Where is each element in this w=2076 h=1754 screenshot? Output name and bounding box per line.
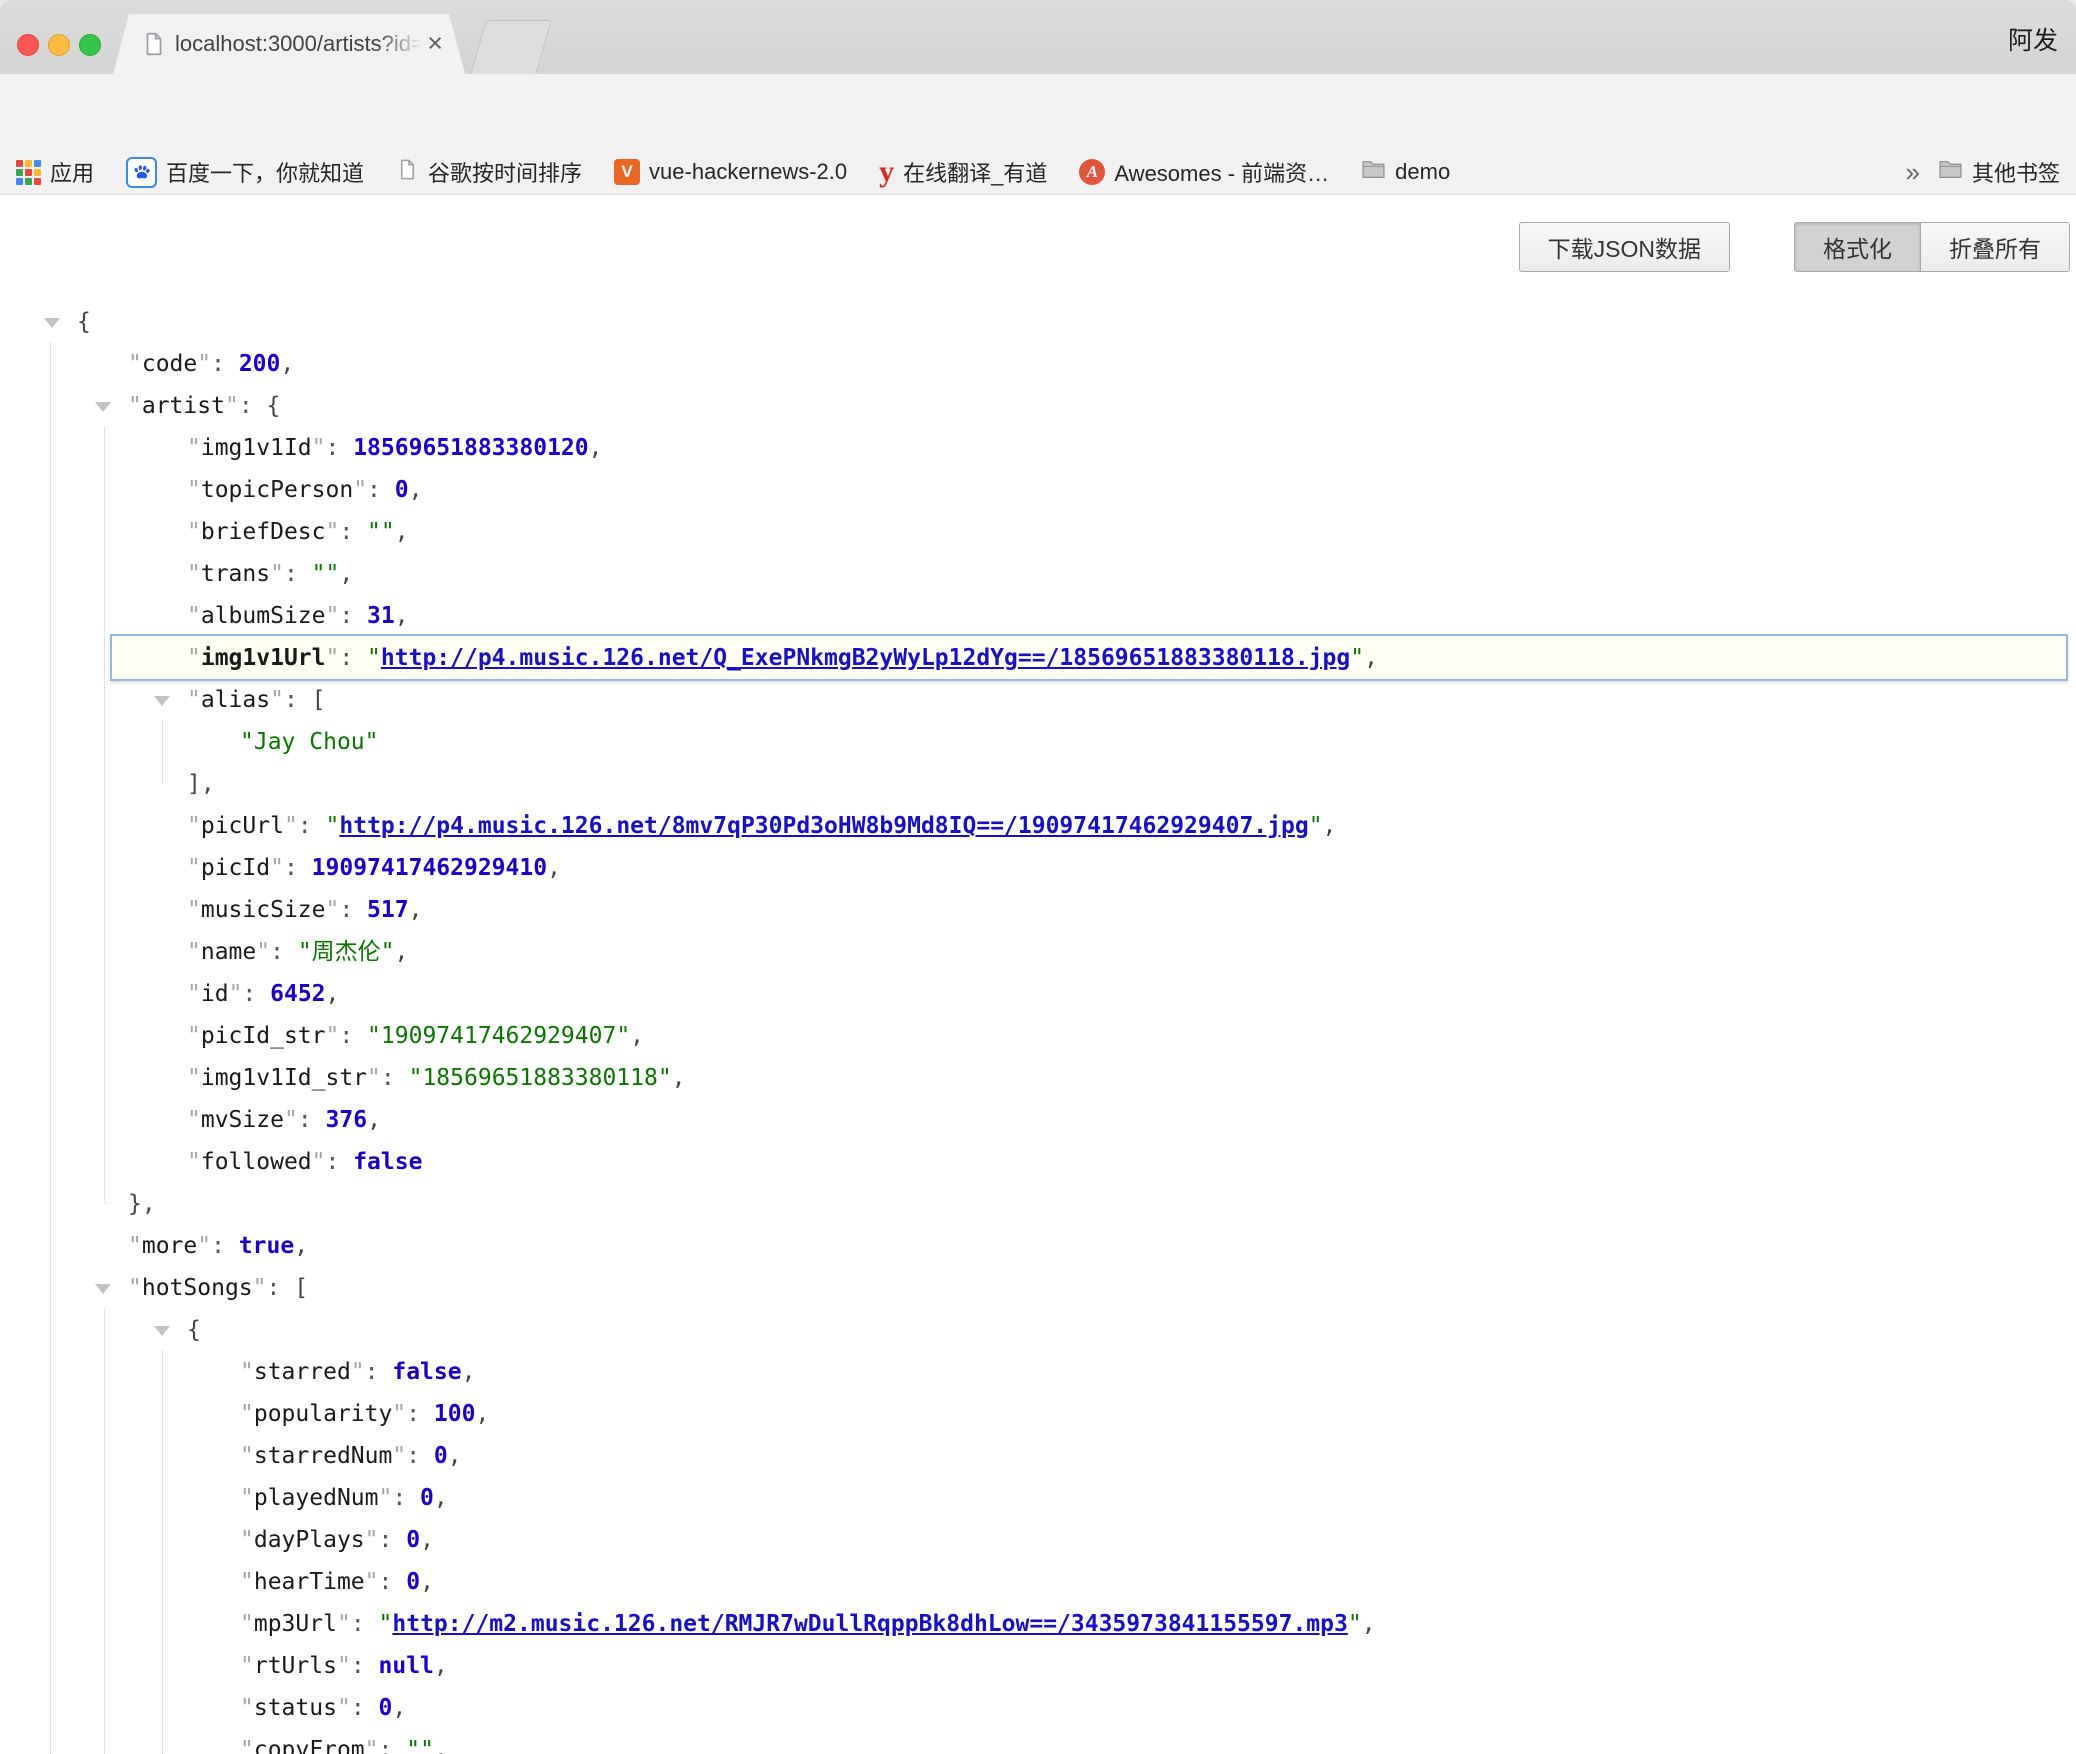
window-close-button[interactable]: [17, 34, 39, 56]
json-row: "trans": "",: [0, 553, 2076, 595]
collapse-toggle-icon[interactable]: [95, 1284, 111, 1294]
bookmarks-bar: 应用 百度一下，你就知道 谷歌按时间排序 V vue-hackernews-2.…: [0, 150, 2076, 195]
indent-guide: [50, 343, 51, 1754]
baidu-paw-icon: [126, 157, 157, 188]
json-row: ],: [0, 763, 2076, 805]
traffic-lights: [17, 34, 101, 56]
json-row: },: [0, 1183, 2076, 1225]
collapse-toggle-icon[interactable]: [95, 402, 111, 412]
json-row: "code": 200,: [0, 343, 2076, 385]
json-row: "playedNum": 0,: [0, 1477, 2076, 1519]
json-row: "briefDesc": "",: [0, 511, 2076, 553]
bookmark-label: demo: [1395, 159, 1450, 185]
folder-icon: [1361, 157, 1386, 188]
bookmark-label: 在线翻译_有道: [903, 156, 1047, 188]
indent-guide: [162, 721, 163, 784]
vue-orange-icon: V: [614, 159, 640, 185]
page-favicon-icon: [141, 31, 167, 57]
json-row: "img1v1Id_str": "18569651883380118",: [0, 1057, 2076, 1099]
tab-bar: localhost:3000/artists?id=645 × 阿发: [0, 0, 2076, 74]
download-json-button[interactable]: 下载JSON数据: [1519, 222, 1730, 272]
json-link[interactable]: http://m2.music.126.net/RMJR7wDullRqppBk…: [392, 1611, 1347, 1637]
bookmark-label: vue-hackernews-2.0: [649, 159, 847, 185]
json-row: "musicSize": 517,: [0, 889, 2076, 931]
json-row: "alias": [: [0, 679, 2076, 721]
json-row: "img1v1Id": 18569651883380120,: [0, 427, 2076, 469]
bookmark-folder-demo[interactable]: demo: [1361, 157, 1450, 188]
json-row: "more": true,: [0, 1225, 2076, 1267]
json-row: "rtUrls": null,: [0, 1645, 2076, 1687]
bookmark-vue-hackernews[interactable]: V vue-hackernews-2.0: [614, 159, 847, 185]
bookmark-label: 百度一下，你就知道: [166, 156, 364, 188]
json-row: "Jay Chou": [0, 721, 2076, 763]
json-row: "hearTime": 0,: [0, 1561, 2076, 1603]
folder-icon: [1938, 157, 1963, 188]
toolbar: localhost:3000/artists?id=6452 英en FE T: [0, 74, 2076, 150]
page-icon: [396, 158, 419, 187]
json-row: "topicPerson": 0,: [0, 469, 2076, 511]
json-row: "img1v1Url": "http://p4.music.126.net/Q_…: [0, 637, 2076, 679]
bookmark-label: Awesomes - 前端资…: [1114, 156, 1329, 188]
youdao-icon: y: [879, 159, 894, 185]
json-row: "dayPlays": 0,: [0, 1519, 2076, 1561]
json-row: "followed": false: [0, 1141, 2076, 1183]
bookmark-label: 其他书签: [1972, 156, 2060, 188]
json-row: "name": "周杰伦",: [0, 931, 2076, 973]
new-tab-button[interactable]: [470, 20, 552, 75]
bookmark-awesomes[interactable]: A Awesomes - 前端资…: [1079, 156, 1329, 188]
json-row: "status": 0,: [0, 1687, 2076, 1729]
json-link[interactable]: http://p4.music.126.net/Q_ExePNkmgB2yWyL…: [381, 645, 1350, 671]
apps-grid-icon: [16, 160, 41, 185]
json-row: "albumSize": 31,: [0, 595, 2076, 637]
apps-label: 应用: [50, 156, 94, 188]
browser-tab[interactable]: localhost:3000/artists?id=645 ×: [113, 14, 465, 74]
format-segmented-control: 格式化 折叠所有: [1794, 222, 2070, 272]
bookmarks-overflow-icon[interactable]: »: [1906, 157, 1920, 188]
page-content: 下载JSON数据 格式化 折叠所有 {"code": 200,"artist":…: [0, 195, 2076, 1754]
json-row: "picUrl": "http://p4.music.126.net/8mv7q…: [0, 805, 2076, 847]
collapse-toggle-icon[interactable]: [154, 1326, 170, 1336]
json-tree: {"code": 200,"artist": {"img1v1Id": 1856…: [0, 301, 2076, 1754]
json-row: "mvSize": 376,: [0, 1099, 2076, 1141]
indent-guide: [162, 1351, 163, 1754]
json-row: {: [0, 1309, 2076, 1351]
window-minimize-button[interactable]: [48, 34, 70, 56]
json-row: "artist": {: [0, 385, 2076, 427]
apps-button[interactable]: 应用: [16, 156, 94, 188]
json-row: "hotSongs": [: [0, 1267, 2076, 1309]
json-link[interactable]: http://p4.music.126.net/8mv7qP30Pd3oHW8b…: [339, 813, 1308, 839]
collapse-toggle-icon[interactable]: [44, 318, 60, 328]
json-row: "picId": 19097417462929410,: [0, 847, 2076, 889]
bookmark-other-folder[interactable]: 其他书签: [1938, 156, 2060, 188]
json-row: "starred": false,: [0, 1351, 2076, 1393]
indent-guide: [104, 1309, 105, 1754]
json-row: "id": 6452,: [0, 973, 2076, 1015]
json-row: "starredNum": 0,: [0, 1435, 2076, 1477]
json-row: "copyFrom": "",: [0, 1729, 2076, 1754]
bookmark-youdao[interactable]: y 在线翻译_有道: [879, 156, 1047, 188]
collapse-toggle-icon[interactable]: [154, 696, 170, 706]
bookmark-label: 谷歌按时间排序: [428, 156, 582, 188]
bookmark-baidu[interactable]: 百度一下，你就知道: [126, 156, 364, 188]
awesomes-icon: A: [1079, 159, 1105, 185]
profile-label[interactable]: 阿发: [2008, 0, 2058, 74]
json-row: {: [0, 301, 2076, 343]
json-row: "popularity": 100,: [0, 1393, 2076, 1435]
tab-close-icon[interactable]: ×: [427, 14, 443, 74]
browser-window: localhost:3000/artists?id=645 × 阿发 local…: [0, 0, 2076, 1754]
json-row: "mp3Url": "http://m2.music.126.net/RMJR7…: [0, 1603, 2076, 1645]
format-button[interactable]: 格式化: [1794, 222, 1921, 272]
json-row: "picId_str": "19097417462929407",: [0, 1015, 2076, 1057]
window-zoom-button[interactable]: [79, 34, 101, 56]
collapse-all-button[interactable]: 折叠所有: [1920, 222, 2070, 272]
bookmark-google-sort[interactable]: 谷歌按时间排序: [396, 156, 582, 188]
indent-guide: [104, 427, 105, 1204]
